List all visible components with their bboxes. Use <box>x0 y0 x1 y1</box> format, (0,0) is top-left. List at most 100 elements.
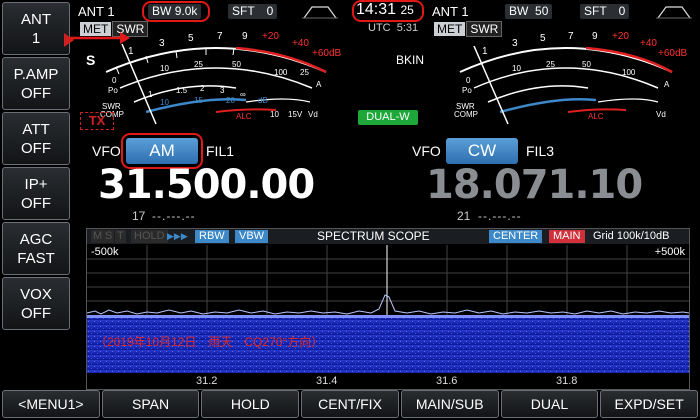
s-meter-pointer-arrow-icon <box>70 32 130 44</box>
sub-frequency[interactable]: 18.071.10 <box>426 162 643 208</box>
utc-clock: UTC 5:31 <box>368 22 418 34</box>
sub-s-tick-3: 3 <box>512 38 518 49</box>
comp-tick-20: 20 <box>226 96 235 105</box>
sidebar-item-vox[interactable]: VOX OFF <box>2 277 70 330</box>
scope-t-button[interactable]: T <box>115 230 126 243</box>
po-label: Po <box>108 86 118 95</box>
sidebar-item-agc[interactable]: AGC FAST <box>2 222 70 275</box>
scope-s-button[interactable]: S <box>103 230 115 243</box>
scope-rbw-button[interactable]: RBW <box>195 230 229 243</box>
spectrum-graph <box>86 245 690 373</box>
scope-right-span: +500k <box>654 246 685 258</box>
main-sft-value: 0 <box>266 4 274 18</box>
sub-sft-value: 0 <box>618 4 626 18</box>
sub-memory-number: 21 <box>457 209 471 223</box>
s-tick-9: 9 <box>242 31 248 42</box>
sub-id-label: A <box>664 80 670 89</box>
main-filter-label: FIL1 <box>206 143 235 159</box>
sub-s-tick-7: 7 <box>568 31 574 42</box>
sub-db-tick-20: +20 <box>612 31 629 42</box>
scope-plot[interactable]: -500k +500k （2019年10月12日 雨天 CQ270°方向） <box>86 245 690 373</box>
tx-indicator: TX <box>80 112 114 130</box>
sub-bw-value: 50 <box>535 4 549 18</box>
swr-tick-1-5: 1.5 <box>176 86 188 95</box>
menu1-button[interactable]: <MENU1> <box>2 390 100 418</box>
sub-filter-shape-icon <box>656 6 692 19</box>
s-meter-label: S <box>86 52 96 68</box>
sidebar-item-value: OFF <box>21 139 51 157</box>
hold-button[interactable]: HOLD <box>201 390 300 418</box>
main-memory-number: 17 <box>132 209 146 223</box>
sub-po-tick-25: 25 <box>546 60 555 69</box>
main-vfo-label: VFO <box>92 143 121 159</box>
sub-antenna: ANT 1 <box>432 4 469 19</box>
swr-tick-inf: ∞ <box>240 90 246 99</box>
sub-bw-display[interactable]: BW 50 <box>505 4 553 19</box>
bottom-function-bar: <MENU1> SPAN HOLD CENT/FIX MAIN/SUB DUAL… <box>0 390 700 420</box>
scope-center-button[interactable]: CENTER <box>489 230 543 243</box>
sub-sft-label: SFT <box>584 4 607 18</box>
scope-hold-button[interactable]: HOLD <box>131 230 168 243</box>
vd-tick-10: 10 <box>270 110 279 119</box>
sub-db-tick-40: +40 <box>640 38 657 49</box>
sub-sft-display[interactable]: SFT 0 <box>580 4 630 19</box>
sidebar-item-att[interactable]: ATT OFF <box>2 112 70 165</box>
spectrum-scope[interactable]: M S T HOLD ▶▶▶ RBW VBW SPECTRUM SCOPE CE… <box>86 228 690 390</box>
po-tick-50: 50 <box>232 60 241 69</box>
db-tick-60: +60dB <box>312 48 342 59</box>
po-tick-25: 25 <box>194 60 203 69</box>
vd-tick-15: 15V <box>288 110 303 119</box>
sidebar: ANT 1 P.AMP OFF ATT OFF IP+ OFF AGC FAST… <box>2 2 70 386</box>
clock-highlight <box>352 0 424 22</box>
db-tick-40: +40 <box>292 38 309 49</box>
dual-button[interactable]: DUAL <box>500 390 599 418</box>
axis-label: 31.8 <box>556 375 578 387</box>
sidebar-item-value: OFF <box>21 194 51 212</box>
sub-mode-button[interactable]: CW <box>446 138 518 164</box>
sidebar-item-label: AGC <box>19 230 53 248</box>
po-tick-10: 10 <box>160 64 169 73</box>
dual-watch-badge: DUAL-W <box>358 110 418 125</box>
sub-memory-freq: --.---.-- <box>478 209 522 223</box>
vd-label: Vd <box>308 110 318 119</box>
sidebar-item-value: OFF <box>21 84 51 102</box>
expd-set-button[interactable]: EXPD/SET <box>600 390 699 418</box>
scope-header: M S T HOLD ▶▶▶ RBW VBW SPECTRUM SCOPE CE… <box>87 229 689 244</box>
alc-label: ALC <box>236 112 252 121</box>
sub-comp-label: COMP <box>454 110 478 119</box>
scope-title: SPECTRUM SCOPE <box>317 229 430 243</box>
main-antenna: ANT 1 <box>78 4 115 19</box>
sidebar-item-value: 1 <box>31 29 41 47</box>
swr-tick-1: 1 <box>148 90 153 99</box>
cent-fix-button[interactable]: CENT/FIX <box>301 390 399 418</box>
main-sft-display[interactable]: SFT 0 <box>228 4 278 19</box>
s-tick-1: 1 <box>128 46 134 57</box>
axis-label: 31.6 <box>436 375 458 387</box>
s-tick-7: 7 <box>217 31 223 42</box>
sidebar-item-ant[interactable]: ANT 1 <box>2 2 70 55</box>
sidebar-item-label: P.AMP <box>13 65 59 83</box>
bw-highlight <box>142 1 210 22</box>
main-sub-button[interactable]: MAIN/SUB <box>400 390 499 418</box>
sidebar-item-value: FAST <box>17 249 55 267</box>
sub-s-tick-5: 5 <box>540 33 546 44</box>
sidebar-item-preamp[interactable]: P.AMP OFF <box>2 57 70 110</box>
sidebar-item-label: VOX <box>20 285 52 303</box>
sub-po-tick-10: 10 <box>512 64 521 73</box>
sub-alc-label: ALC <box>588 112 604 121</box>
scope-arrows-icon: ▶▶▶ <box>167 231 188 241</box>
sub-po-tick-50: 50 <box>582 60 591 69</box>
sub-s-tick-9: 9 <box>592 31 598 42</box>
scope-frequency-axis: 31.2 31.4 31.6 31.8 <box>87 373 689 389</box>
sub-s-tick-1: 1 <box>482 46 488 57</box>
filter-shape-icon <box>302 6 338 19</box>
sidebar-item-ip-plus[interactable]: IP+ OFF <box>2 167 70 220</box>
scope-left-span: -500k <box>91 246 119 258</box>
scope-vbw-button[interactable]: VBW <box>235 230 269 243</box>
span-button[interactable]: SPAN <box>101 390 200 418</box>
main-memory-freq: --.---.-- <box>152 209 196 223</box>
main-frequency[interactable]: 31.500.00 <box>98 162 315 208</box>
sub-filter-label: FIL3 <box>526 143 555 159</box>
sidebar-item-label: ATT <box>22 120 50 138</box>
scope-main-button[interactable]: MAIN <box>549 230 585 243</box>
